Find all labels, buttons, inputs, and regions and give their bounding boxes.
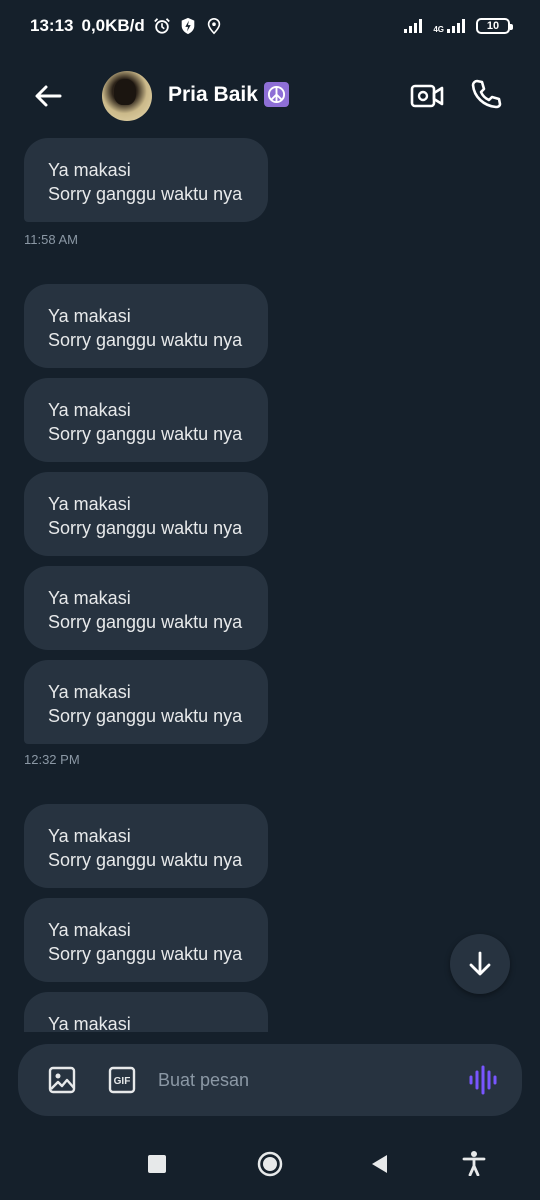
message-line: Sorry ganggu waktu nya — [48, 706, 243, 726]
back-arrow-icon[interactable] — [32, 80, 64, 112]
image-icon[interactable] — [48, 1066, 76, 1094]
battery-level: 10 — [486, 20, 500, 32]
message-line: Ya makasi — [48, 920, 131, 940]
voice-message-icon[interactable] — [468, 1064, 498, 1096]
message-line: Sorry ganggu waktu nya — [48, 944, 243, 964]
message-list[interactable]: Ya makasi Sorry ganggu waktu nya 11:58 A… — [0, 138, 540, 1032]
network-label: 4G — [433, 25, 444, 34]
recent-apps-icon[interactable] — [148, 1155, 166, 1173]
message-line: Sorry ganggu waktu nya — [48, 518, 243, 538]
conversation-header: Pria Baik — [0, 60, 540, 132]
gif-label: GIF — [114, 1076, 131, 1087]
status-bar: 13:13 0,0KB/d 4G 10 — [0, 0, 540, 52]
message-bubble[interactable]: Ya makasi Sorry ganggu waktu nya — [24, 660, 268, 744]
phone-call-icon[interactable] — [468, 77, 504, 113]
message-bubble[interactable]: Ya makasi Sorry ganggu waktu nya — [24, 804, 268, 888]
status-time: 13:13 — [30, 16, 74, 35]
message-input[interactable] — [158, 1066, 448, 1094]
message-line: Sorry ganggu waktu nya — [48, 184, 243, 204]
message-composer: GIF — [18, 1044, 522, 1116]
message-bubble[interactable]: Ya makasi Sorry ganggu waktu nya — [24, 284, 268, 368]
gif-icon[interactable]: GIF — [108, 1066, 136, 1094]
video-call-icon[interactable] — [409, 78, 445, 114]
system-navigation-bar — [0, 1130, 540, 1200]
message-bubble[interactable]: Ya makasi Sorry ganggu waktu nya — [24, 898, 268, 982]
home-icon[interactable] — [257, 1151, 283, 1177]
signal-icon — [404, 19, 423, 33]
battery-icon: 10 — [476, 18, 513, 34]
message-bubble[interactable]: Ya makasi — [24, 992, 268, 1032]
message-line: Ya makasi — [48, 682, 131, 702]
signal-4g-icon: 4G — [433, 18, 468, 34]
contact-name[interactable]: Pria Baik — [168, 82, 289, 107]
message-line: Sorry ganggu waktu nya — [48, 612, 243, 632]
status-right: 4G 10 — [403, 18, 513, 34]
message-timestamp: 11:58 AM — [24, 232, 78, 247]
shield-bolt-icon — [181, 17, 195, 35]
message-bubble[interactable]: Ya makasi Sorry ganggu waktu nya — [24, 472, 268, 556]
alarm-icon — [153, 18, 170, 34]
avatar[interactable] — [102, 71, 152, 121]
nav-back-icon[interactable] — [369, 1153, 389, 1175]
status-speed: 0,0KB/d — [81, 16, 145, 35]
message-line: Ya makasi — [48, 160, 131, 180]
arrow-down-icon — [469, 951, 491, 976]
message-line: Ya makasi — [48, 588, 131, 608]
location-icon — [207, 17, 220, 35]
message-timestamp: 12:32 PM — [24, 752, 80, 767]
contact-name-text: Pria Baik — [168, 82, 258, 106]
message-line: Ya makasi — [48, 400, 131, 420]
status-left: 13:13 0,0KB/d — [30, 16, 223, 36]
message-line: Ya makasi — [48, 1014, 131, 1032]
message-line: Ya makasi — [48, 306, 131, 326]
message-line: Ya makasi — [48, 826, 131, 846]
peace-emoji-icon — [263, 82, 289, 107]
message-bubble[interactable]: Ya makasi Sorry ganggu waktu nya — [24, 378, 268, 462]
message-bubble[interactable]: Ya makasi Sorry ganggu waktu nya — [24, 138, 268, 222]
accessibility-icon[interactable] — [462, 1150, 486, 1176]
message-line: Ya makasi — [48, 494, 131, 514]
message-line: Sorry ganggu waktu nya — [48, 424, 243, 444]
message-line: Sorry ganggu waktu nya — [48, 330, 243, 350]
message-bubble[interactable]: Ya makasi Sorry ganggu waktu nya — [24, 566, 268, 650]
scroll-to-bottom-button[interactable] — [450, 934, 510, 994]
message-line: Sorry ganggu waktu nya — [48, 850, 243, 870]
